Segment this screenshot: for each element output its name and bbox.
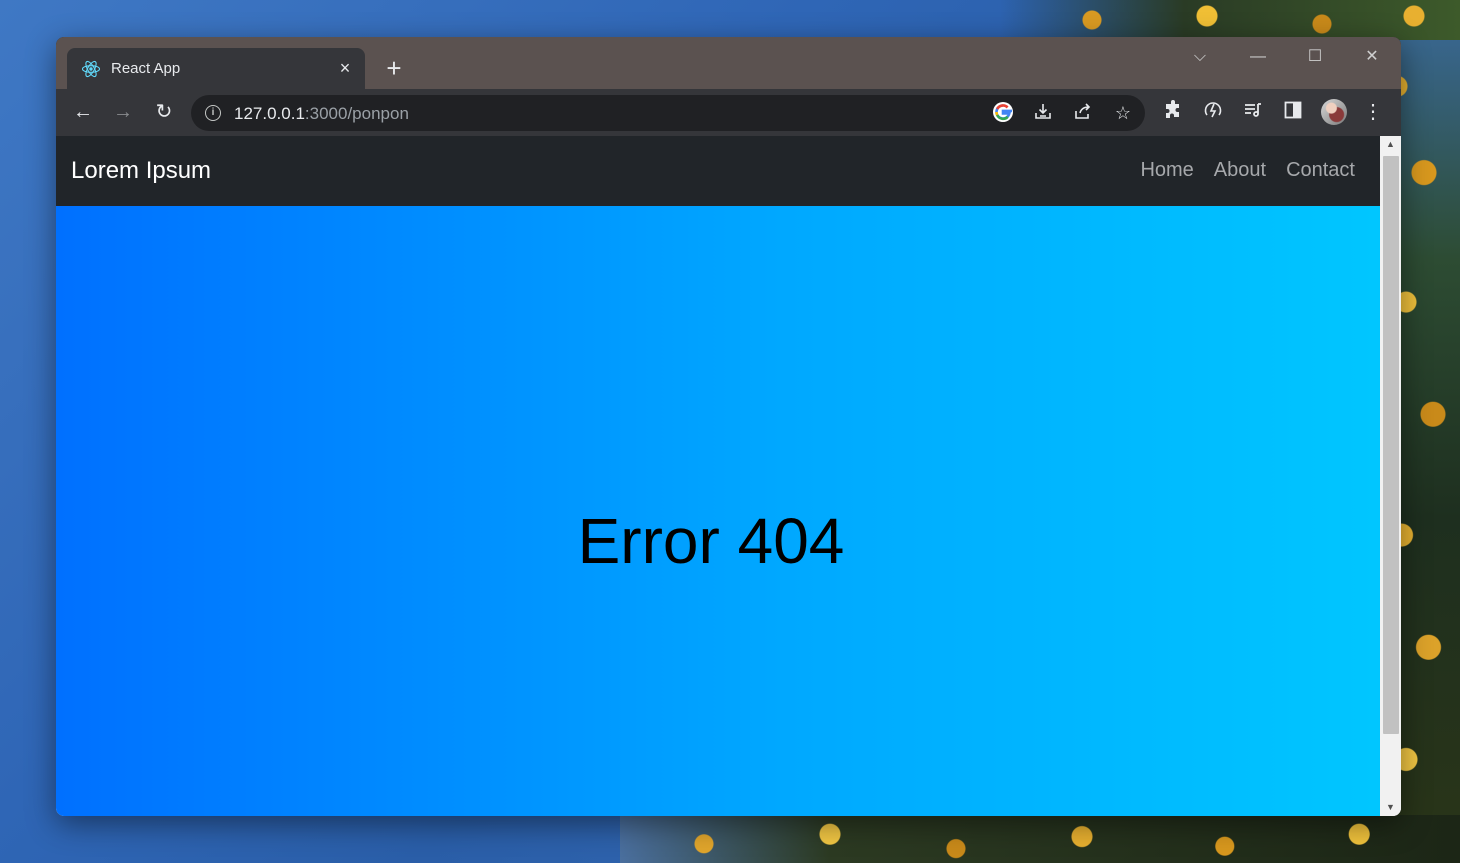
error-hero: Error 404 (56, 206, 1380, 816)
nav-contact-link[interactable]: Contact (1286, 159, 1355, 182)
browser-window: React App × + ⌵ — ☐ ✕ ← → ↻ i 127.0.0.1:… (56, 37, 1401, 816)
browser-toolbar: ← → ↻ i 127.0.0.1:3000/ponpon ☆ ⋮ (56, 89, 1401, 136)
url-path: :3000/ponpon (304, 104, 409, 123)
google-icon[interactable] (991, 101, 1015, 125)
nav-about-link[interactable]: About (1214, 159, 1266, 182)
minimize-button[interactable]: — (1243, 45, 1273, 69)
nav-home-link[interactable]: Home (1140, 159, 1193, 182)
maximize-button[interactable]: ☐ (1300, 45, 1330, 69)
close-window-button[interactable]: ✕ (1357, 45, 1387, 69)
tab-react-app[interactable]: React App × (67, 48, 365, 89)
scroll-down-arrow-icon[interactable]: ▼ (1380, 799, 1401, 816)
more-menu-icon[interactable]: ⋮ (1361, 100, 1385, 124)
back-button[interactable]: ← (71, 100, 95, 124)
url-host: 127.0.0.1 (234, 104, 305, 123)
error-heading: Error 404 (577, 505, 845, 577)
side-panel-icon[interactable] (1281, 100, 1305, 124)
tab-title: React App (111, 60, 181, 77)
brand-link[interactable]: Lorem Ipsum (71, 157, 211, 185)
close-icon[interactable]: × (335, 58, 355, 78)
react-logo-icon (81, 59, 101, 79)
extensions-icon[interactable] (1161, 100, 1185, 124)
tab-search-icon[interactable]: ⌵ (1185, 45, 1215, 69)
wallpaper-flowers-bottom (620, 815, 1460, 863)
install-icon[interactable] (1031, 101, 1055, 125)
profile-avatar[interactable] (1321, 99, 1347, 125)
nav-links: Home About Contact (1140, 159, 1355, 182)
url-text[interactable]: 127.0.0.1:3000/ponpon (234, 104, 409, 124)
bookmark-star-icon[interactable]: ☆ (1111, 101, 1135, 125)
new-tab-button[interactable]: + (382, 55, 406, 81)
vertical-scrollbar[interactable]: ▲ ▼ (1380, 136, 1401, 816)
extension-bolt-icon[interactable] (1201, 100, 1225, 124)
scrollbar-thumb[interactable] (1383, 156, 1399, 734)
page-viewport: Lorem Ipsum Home About Contact Error 404… (56, 136, 1401, 816)
site-info-icon[interactable]: i (205, 105, 221, 121)
reading-list-icon[interactable] (1241, 100, 1265, 124)
share-icon[interactable] (1071, 101, 1095, 125)
reload-button[interactable]: ↻ (152, 100, 176, 124)
forward-button[interactable]: → (111, 100, 135, 124)
site-navbar: Lorem Ipsum Home About Contact (56, 136, 1380, 206)
address-bar[interactable]: i 127.0.0.1:3000/ponpon ☆ (191, 95, 1145, 131)
scroll-up-arrow-icon[interactable]: ▲ (1380, 136, 1401, 153)
tab-strip: React App × + ⌵ — ☐ ✕ (56, 37, 1401, 89)
wallpaper-flowers-top (1000, 0, 1460, 40)
